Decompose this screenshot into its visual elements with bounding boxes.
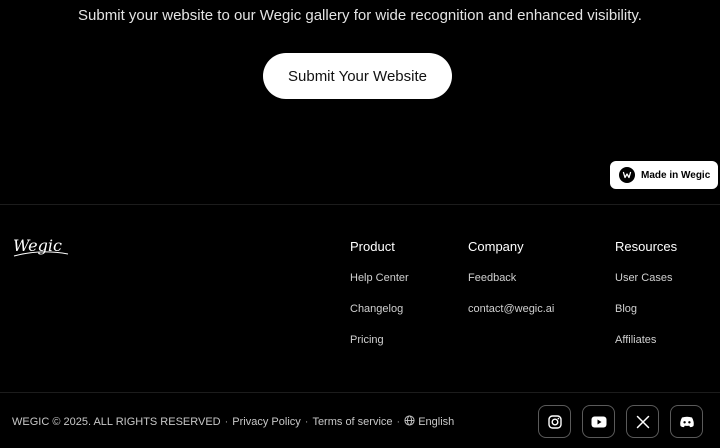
- footer-link-blog[interactable]: Blog: [615, 303, 637, 315]
- footer-divider-top: [0, 204, 720, 205]
- separator: ·: [304, 415, 309, 428]
- copyright-text: WEGIC © 2025. ALL RIGHTS RESERVED: [12, 415, 221, 428]
- submit-website-button[interactable]: Submit Your Website: [263, 53, 452, 99]
- wegic-logo-svg: Wegic: [13, 236, 69, 257]
- footer-col-title-product: Product: [350, 239, 395, 254]
- separator: ·: [396, 415, 401, 428]
- footer-link-contact-email[interactable]: contact@wegic.ai: [468, 303, 554, 315]
- wegic-logo[interactable]: Wegic: [12, 234, 70, 262]
- globe-icon: [404, 415, 415, 426]
- discord-button[interactable]: [670, 405, 703, 438]
- x-icon: [636, 415, 649, 428]
- made-in-wegic-badge[interactable]: Made in Wegic: [610, 161, 718, 189]
- footer-col-title-company: Company: [468, 239, 524, 254]
- terms-of-service-link[interactable]: Terms of service: [312, 416, 392, 428]
- footer-link-feedback[interactable]: Feedback: [468, 272, 516, 284]
- cta-tagline: Submit your website to our Wegic gallery…: [78, 7, 642, 24]
- footer-link-pricing[interactable]: Pricing: [350, 334, 384, 346]
- wegic-logo-icon: [619, 167, 635, 183]
- youtube-icon: [591, 416, 606, 427]
- privacy-policy-link[interactable]: Privacy Policy: [232, 416, 300, 428]
- footer-legal-bar: WEGIC © 2025. ALL RIGHTS RESERVED · Priv…: [12, 415, 454, 428]
- footer-col-title-resources: Resources: [615, 239, 678, 254]
- badge-label: Made in Wegic: [641, 169, 711, 181]
- instagram-icon: [547, 414, 562, 429]
- footer-link-changelog[interactable]: Changelog: [350, 303, 403, 315]
- instagram-button[interactable]: [538, 405, 571, 438]
- youtube-button[interactable]: [582, 405, 615, 438]
- separator: ·: [224, 415, 229, 428]
- footer-link-help-center[interactable]: Help Center: [350, 272, 409, 284]
- language-selector[interactable]: English: [404, 415, 454, 428]
- footer-link-affiliates[interactable]: Affiliates: [615, 334, 656, 346]
- x-twitter-button[interactable]: [626, 405, 659, 438]
- footer-divider-bottom: [0, 392, 720, 393]
- footer-link-user-cases[interactable]: User Cases: [615, 272, 672, 284]
- discord-icon: [679, 416, 694, 427]
- language-label: English: [418, 416, 455, 428]
